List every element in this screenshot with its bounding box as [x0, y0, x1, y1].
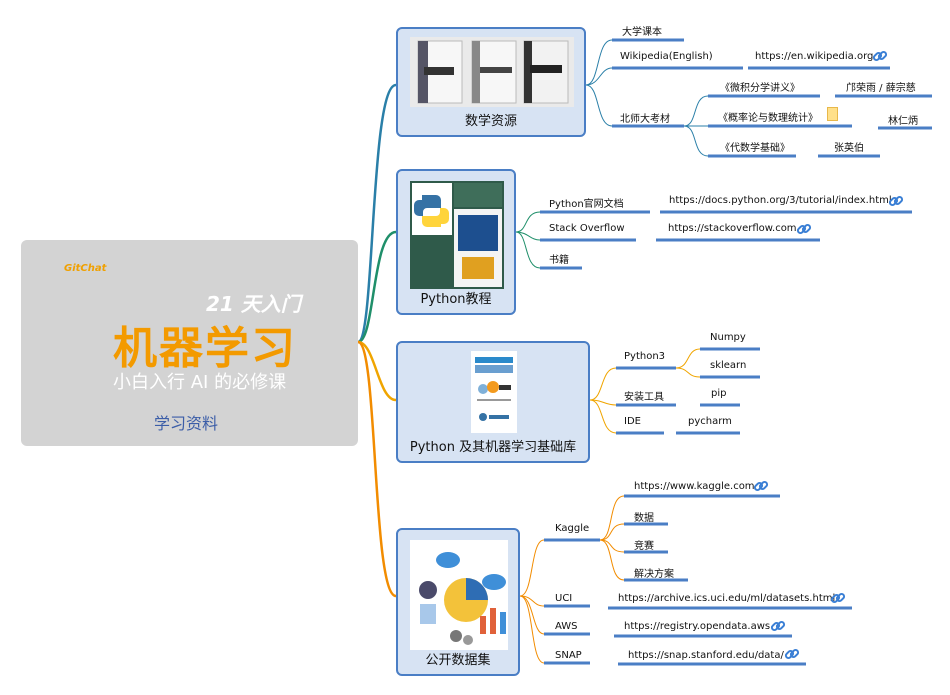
- leaf-aws-url[interactable]: https://registry.opendata.aws: [624, 621, 770, 632]
- topic-math[interactable]: 数学资源: [396, 27, 586, 137]
- leaf-book-calculus-author[interactable]: 邝荣雨 / 薛宗慈: [846, 79, 916, 94]
- leaf-stack-overflow-url[interactable]: https://stackoverflow.com: [668, 223, 797, 234]
- python-connectors: [515, 211, 541, 269]
- branch-math: [356, 83, 397, 344]
- math-books-image: [410, 37, 574, 107]
- leaf-stack-overflow[interactable]: Stack Overflow: [549, 223, 625, 234]
- leaf-book-algebra-author[interactable]: 张英伯: [834, 139, 864, 154]
- note-icon[interactable]: [827, 107, 838, 121]
- leaf-python-docs-url[interactable]: https://docs.python.org/3/tutorial/index…: [669, 195, 892, 206]
- leaf-kaggle-data[interactable]: 数据: [634, 509, 654, 524]
- leaf-kaggle-url[interactable]: https://www.kaggle.com: [634, 481, 755, 492]
- ml-libs-image: [471, 351, 517, 433]
- leaf-wikipedia-url[interactable]: https://en.wikipedia.org: [755, 51, 873, 62]
- topic-python-label: Python教程: [420, 292, 492, 307]
- leaf-python-docs[interactable]: Python官网文档: [549, 195, 624, 210]
- topic-libs-label: Python 及其机器学习基础库: [409, 440, 577, 455]
- python-underlines: [540, 210, 912, 270]
- branch-data: [357, 340, 397, 598]
- datasets-image: [410, 540, 508, 650]
- leaf-pycharm[interactable]: pycharm: [688, 416, 732, 427]
- link-icon[interactable]: [796, 221, 812, 237]
- leaf-sklearn[interactable]: sklearn: [710, 360, 746, 371]
- python-books-image: [410, 181, 504, 289]
- leaf-kaggle[interactable]: Kaggle: [555, 523, 589, 534]
- data-underlines: [544, 494, 852, 666]
- leaf-kaggle-solutions[interactable]: 解决方案: [634, 565, 674, 580]
- leaf-wikipedia[interactable]: Wikipedia(English): [620, 51, 713, 62]
- leaf-bnu[interactable]: 北师大考材: [620, 110, 670, 125]
- root-slogan: 小白入行 AI 的必修课: [113, 372, 287, 393]
- topic-data-label: 公开数据集: [425, 653, 491, 668]
- leaf-numpy[interactable]: Numpy: [710, 332, 746, 343]
- link-icon[interactable]: [753, 478, 769, 494]
- topic-python-ml-libs[interactable]: Python 及其机器学习基础库: [396, 341, 590, 463]
- root-node[interactable]: GitChat 21 天入门 机器学习 小白入行 AI 的必修课 学习资料: [21, 240, 358, 446]
- leaf-textbook[interactable]: 大学课本: [622, 23, 662, 38]
- leaf-uci[interactable]: UCI: [555, 593, 572, 604]
- gitchat-logo: GitChat: [64, 263, 107, 274]
- root-label: 学习资料: [154, 414, 219, 433]
- data-connectors: [519, 495, 625, 664]
- topic-open-datasets[interactable]: 公开数据集: [396, 528, 520, 676]
- leaf-kaggle-competitions[interactable]: 竞赛: [634, 537, 654, 552]
- leaf-aws[interactable]: AWS: [555, 621, 578, 632]
- leaf-snap-url[interactable]: https://snap.stanford.edu/data/: [628, 650, 784, 661]
- leaf-pip[interactable]: pip: [711, 388, 726, 399]
- leaf-snap[interactable]: SNAP: [555, 650, 582, 661]
- leaf-install-tools[interactable]: 安装工具: [624, 388, 664, 403]
- leaf-book-probability[interactable]: 《概率论与数理统计》: [718, 109, 818, 124]
- root-title: 机器学习: [113, 323, 297, 374]
- leaf-ide[interactable]: IDE: [624, 416, 641, 427]
- link-icon[interactable]: [770, 618, 786, 634]
- link-icon[interactable]: [872, 48, 888, 64]
- leaf-book-probability-author[interactable]: 林仁炳: [888, 112, 918, 127]
- link-icon[interactable]: [888, 193, 904, 209]
- link-icon[interactable]: [830, 590, 846, 606]
- leaf-uci-url[interactable]: https://archive.ics.uci.edu/ml/datasets.…: [618, 593, 835, 604]
- leaf-books[interactable]: 书籍: [549, 251, 569, 266]
- topic-python[interactable]: Python教程: [396, 169, 516, 315]
- link-icon[interactable]: [784, 646, 800, 662]
- topic-math-label: 数学资源: [464, 114, 517, 129]
- leaf-book-algebra[interactable]: 《代数学基础》: [720, 139, 790, 154]
- leaf-python3[interactable]: Python3: [624, 351, 665, 362]
- leaf-book-calculus[interactable]: 《微积分学讲义》: [720, 79, 800, 94]
